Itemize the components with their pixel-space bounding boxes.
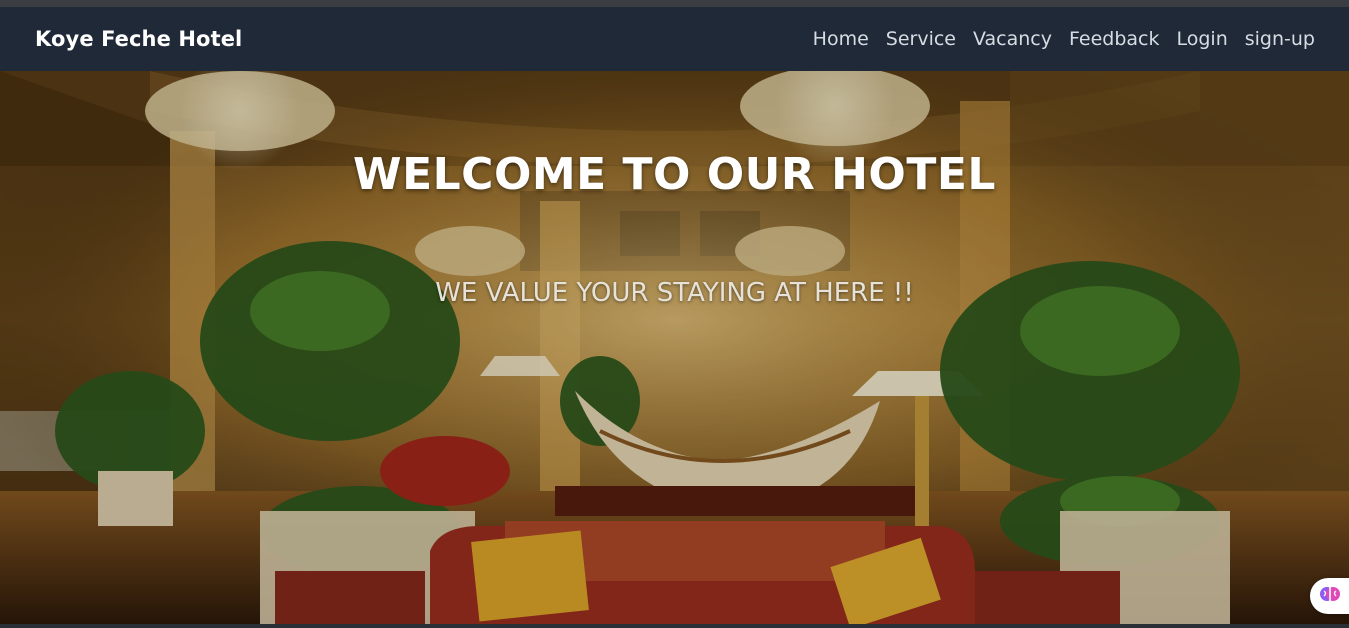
nav-link-service[interactable]: Service	[886, 28, 956, 50]
window-bottom-strip	[0, 624, 1349, 628]
brain-icon	[1319, 583, 1341, 609]
hero-subtitle: WE VALUE YOUR STAYING AT HERE !!	[435, 278, 914, 308]
nav-links: Home Service Vacancy Feedback Login sign…	[813, 28, 1315, 50]
window-top-strip	[0, 0, 1349, 7]
nav-link-home[interactable]: Home	[813, 28, 869, 50]
nav-link-feedback[interactable]: Feedback	[1069, 28, 1159, 50]
hero-title: WELCOME TO OUR HOTEL	[353, 149, 996, 200]
assistant-widget-button[interactable]	[1310, 578, 1349, 614]
nav-link-login[interactable]: Login	[1176, 28, 1227, 50]
brand-logo-text[interactable]: Koye Feche Hotel	[35, 27, 242, 51]
nav-link-signup[interactable]: sign-up	[1245, 28, 1315, 50]
navbar: Koye Feche Hotel Home Service Vacancy Fe…	[0, 7, 1349, 71]
hero-section: WELCOME TO OUR HOTEL WE VALUE YOUR STAYI…	[0, 71, 1349, 624]
nav-link-vacancy[interactable]: Vacancy	[973, 28, 1052, 50]
